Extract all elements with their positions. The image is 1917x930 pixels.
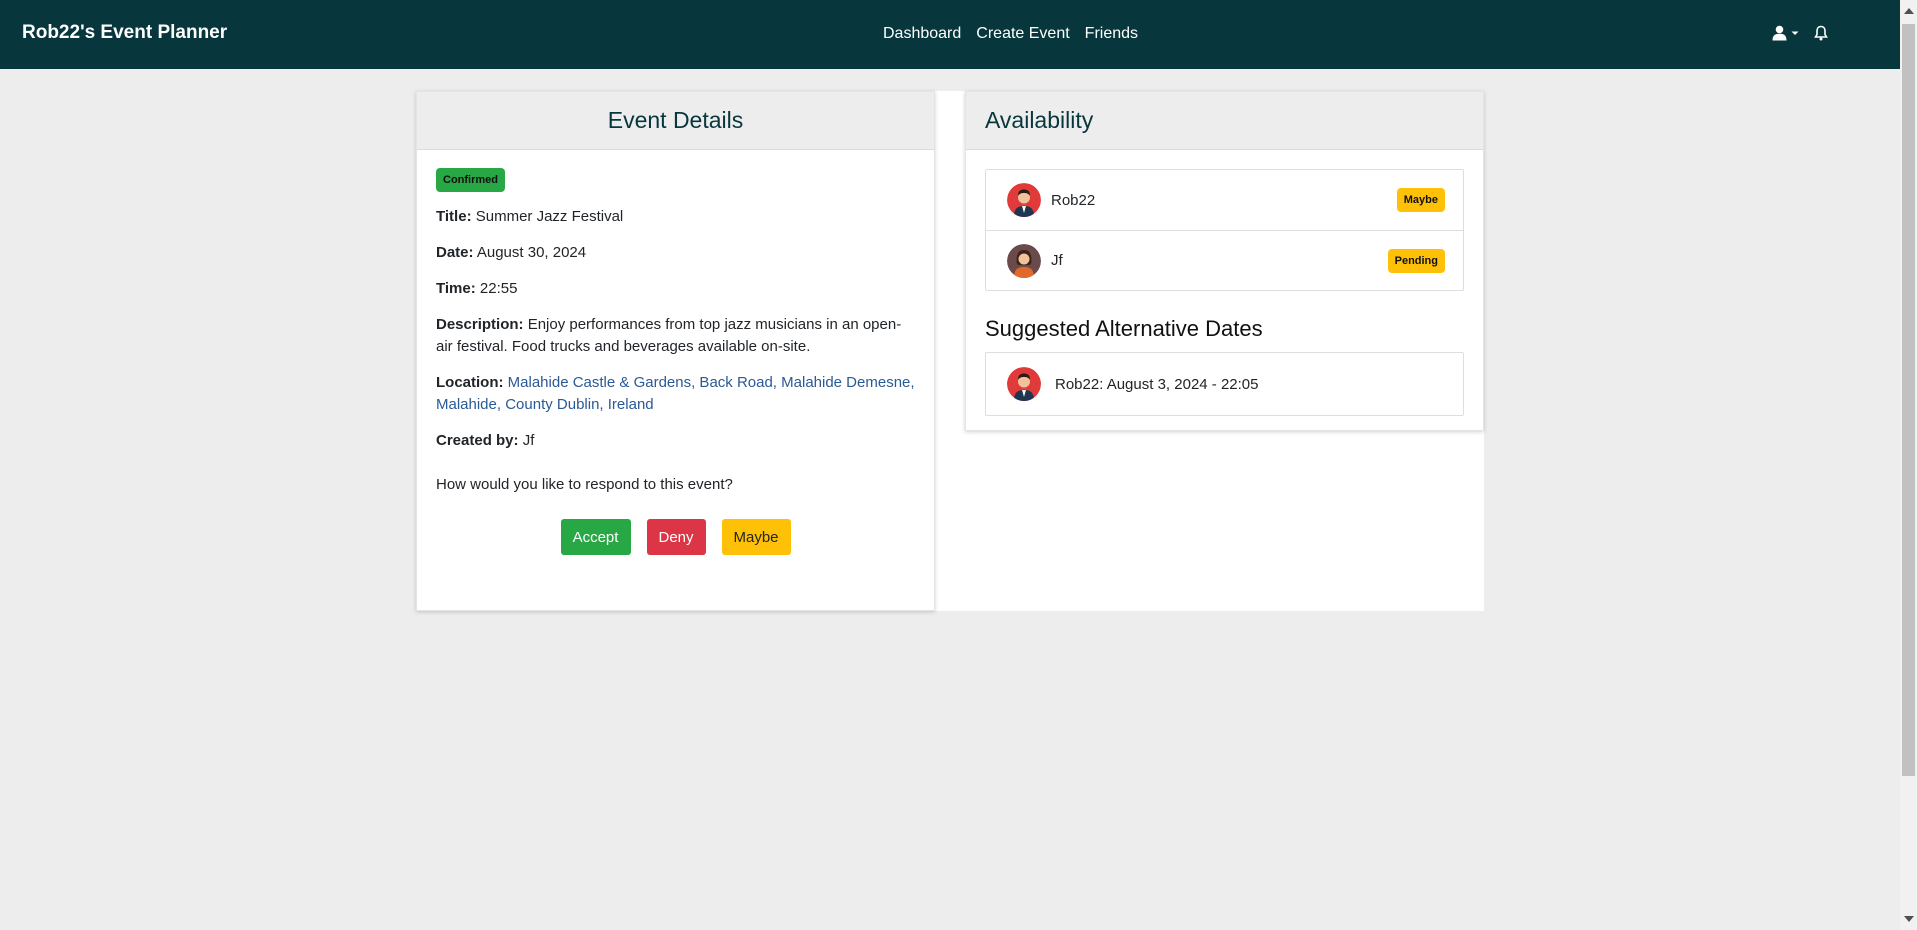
status-badge: Confirmed [436, 168, 505, 192]
bell-icon [1814, 25, 1828, 41]
deny-button[interactable]: Deny [646, 519, 706, 555]
avatar [1007, 367, 1041, 401]
status-badge: Pending [1387, 248, 1445, 273]
scroll-thumb[interactable] [1902, 24, 1915, 776]
alternative-date-text: Rob22: August 3, 2024 - 22:05 [1055, 375, 1259, 393]
woman-avatar-icon [1007, 243, 1041, 278]
availability-card: Availability Rob22 Maybe Jf Pending Sugg… [965, 91, 1484, 431]
event-time-field: Time: 22:55 [436, 278, 915, 300]
availability-body: Rob22 Maybe Jf Pending Suggested Alterna… [966, 150, 1483, 435]
scroll-up-arrow-icon[interactable] [1904, 8, 1914, 14]
attendee-list: Rob22 Maybe Jf Pending [985, 169, 1464, 291]
maybe-button[interactable]: Maybe [721, 519, 791, 555]
event-date-field: Date: August 30, 2024 [436, 242, 915, 264]
event-details-body: Confirmed Title: Summer Jazz Festival Da… [417, 150, 934, 573]
event-description-label: Description: [436, 316, 524, 333]
man-avatar-icon [1007, 367, 1041, 401]
event-location-label: Location: [436, 374, 504, 391]
event-creator-field: Created by: Jf [436, 430, 915, 452]
event-title-field: Title: Summer Jazz Festival [436, 206, 915, 228]
nav-link-create-event[interactable]: Create Event [976, 25, 1069, 43]
event-creator-value: Jf [522, 432, 535, 449]
nav-icons [1772, 25, 1828, 41]
man-avatar-icon [1007, 183, 1041, 217]
navbar: Rob22's Event Planner Dashboard Create E… [0, 0, 1900, 69]
user-icon [1772, 25, 1787, 41]
nav-links: Dashboard Create Event Friends [883, 25, 1138, 43]
event-location-link[interactable]: Malahide Castle & Gardens, Back Road, Ma… [436, 374, 915, 413]
event-title-value: Summer Jazz Festival [475, 208, 624, 225]
response-buttons: Accept Deny Maybe [436, 519, 915, 555]
list-item: Jf Pending [986, 230, 1463, 290]
event-creator-label: Created by: [436, 432, 519, 449]
event-time-value: 22:55 [479, 280, 518, 297]
avatar [1007, 243, 1041, 278]
nav-link-dashboard[interactable]: Dashboard [883, 25, 961, 43]
notifications-button[interactable] [1814, 25, 1828, 41]
alternative-dates-title: Suggested Alternative Dates [985, 316, 1263, 341]
status-badge: Maybe [1396, 188, 1445, 212]
avatar [1007, 183, 1041, 217]
event-details-card: Event Details Confirmed Title: Summer Ja… [416, 91, 935, 611]
accept-button[interactable]: Accept [560, 519, 631, 555]
nav-link-friends[interactable]: Friends [1085, 25, 1138, 43]
attendee-name: Rob22 [1051, 191, 1096, 209]
vertical-scrollbar[interactable] [1900, 0, 1917, 930]
list-item: Rob22 Maybe [986, 170, 1463, 230]
event-time-label: Time: [436, 280, 476, 297]
alternative-dates-list: Rob22: August 3, 2024 - 22:05 [985, 352, 1464, 416]
event-title-label: Title: [436, 208, 472, 225]
event-date-value: August 30, 2024 [476, 244, 587, 261]
attendee-name: Jf [1051, 252, 1063, 269]
event-location-field: Location: Malahide Castle & Gardens, Bac… [436, 372, 915, 416]
availability-header: Availability [966, 92, 1483, 150]
user-menu-toggle[interactable] [1772, 25, 1800, 41]
list-item: Rob22: August 3, 2024 - 22:05 [986, 353, 1463, 415]
event-details-title: Event Details [607, 107, 744, 133]
event-details-header: Event Details [417, 92, 934, 150]
brand-title[interactable]: Rob22's Event Planner [22, 22, 227, 44]
scroll-down-arrow-icon[interactable] [1904, 916, 1914, 922]
chevron-down-icon [1791, 31, 1799, 35]
response-prompt: How would you like to respond to this ev… [436, 476, 733, 493]
event-date-label: Date: [436, 244, 474, 261]
availability-title: Availability [985, 107, 1094, 133]
event-description-field: Description: Enjoy performances from top… [436, 314, 915, 358]
